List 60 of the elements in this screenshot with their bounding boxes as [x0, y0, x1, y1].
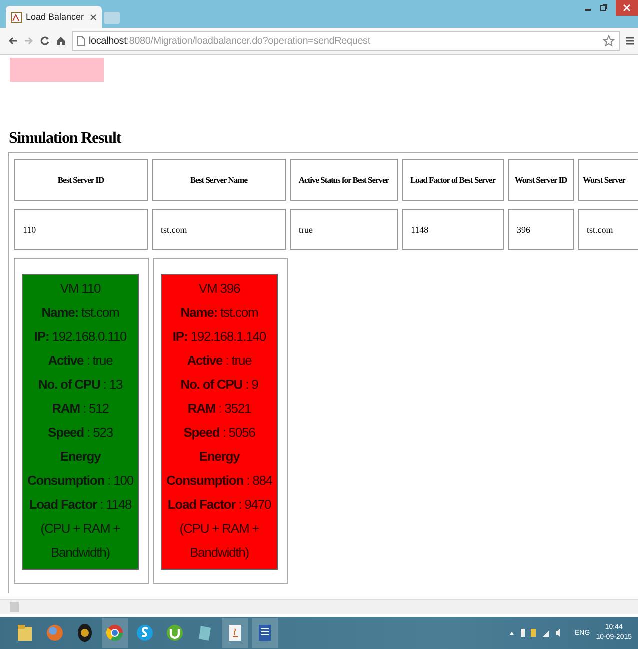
vm-detail: Speed : 5056 [184, 424, 256, 442]
vm-detail: IP: 192.168.1.140 [172, 328, 266, 346]
column-header: Active Status for Best Server [290, 159, 398, 201]
vm-detail: Active : true [187, 352, 252, 370]
folder-icon [16, 623, 34, 643]
home-icon[interactable] [56, 36, 66, 46]
page-icon [11, 12, 22, 22]
menu-icon[interactable] [626, 36, 634, 46]
tab-title: Load Balancer [26, 12, 86, 22]
close-icon [623, 4, 631, 12]
vm-detail: RAM : 3521 [188, 400, 252, 418]
column-header: Load Factor of Best Server [402, 159, 504, 201]
vm-detail: No. of CPU : 13 [38, 376, 123, 394]
vm-detail: Active : true [48, 352, 113, 370]
torrent-icon [166, 623, 184, 643]
star-icon[interactable] [603, 35, 615, 47]
browser-icon [106, 623, 124, 643]
vm-detail: Load Factor : 1148 [29, 496, 132, 514]
column-header: Best Server Name [152, 159, 286, 201]
document-icon [256, 623, 274, 643]
coffee-icon [226, 623, 244, 643]
vm-detail: Speed : 523 [48, 424, 113, 442]
column-header: Best Server ID [14, 159, 148, 201]
vm-detail: RAM : 512 [52, 400, 109, 418]
disc-icon [76, 623, 94, 643]
table-cell: tst.com [152, 209, 286, 250]
address-field[interactable]: localhost:8080/Migration/loadbalancer.do?operation=sendRequest [72, 31, 620, 51]
restore-icon[interactable] [600, 4, 608, 12]
taskbar-button[interactable] [252, 618, 278, 648]
back-icon[interactable] [8, 36, 18, 46]
reload-icon[interactable] [40, 36, 50, 46]
table-cell: 396 [508, 209, 574, 250]
table-cell: 110 [14, 209, 148, 250]
section-heading: Simulation Result [9, 130, 123, 149]
taskbar-button[interactable] [102, 618, 128, 648]
vm-detail: Load Factor : 9470 [168, 496, 272, 514]
horizontal-scrollbar[interactable] [0, 599, 638, 614]
table-cell: tst.com [578, 209, 638, 250]
vm-detail: VM 110 [60, 280, 101, 298]
column-header: Worst Server ID [508, 159, 574, 201]
vm-detail: VM 396 [198, 280, 240, 298]
tablet-icon [196, 623, 214, 643]
chat-icon [136, 623, 154, 643]
close-icon[interactable] [90, 14, 97, 20]
taskbar-button[interactable] [222, 618, 248, 648]
vm-detail: Energy Consumption : 884 [165, 448, 274, 490]
vm-detail: Name: tst.com [42, 304, 120, 322]
column-header: Worst Server [578, 159, 638, 201]
vm-detail: Energy Consumption : 100 [26, 448, 135, 490]
vm-detail: (CPU + RAM + Bandwidth) [178, 520, 260, 562]
vm-detail: IP: 192.168.0.110 [34, 328, 127, 346]
vm-detail: (CPU + RAM + Bandwidth) [40, 520, 122, 562]
page-icon [77, 36, 85, 46]
browser-tab[interactable]: Load Balancer [6, 6, 102, 28]
vm-detail: Name: tst.com [180, 304, 258, 322]
table-cell: 1148 [402, 209, 504, 250]
vm-detail: No. of CPU : 9 [180, 376, 258, 394]
orb-icon [46, 623, 64, 643]
table-cell: true [290, 209, 398, 250]
close-button[interactable] [616, 0, 638, 16]
